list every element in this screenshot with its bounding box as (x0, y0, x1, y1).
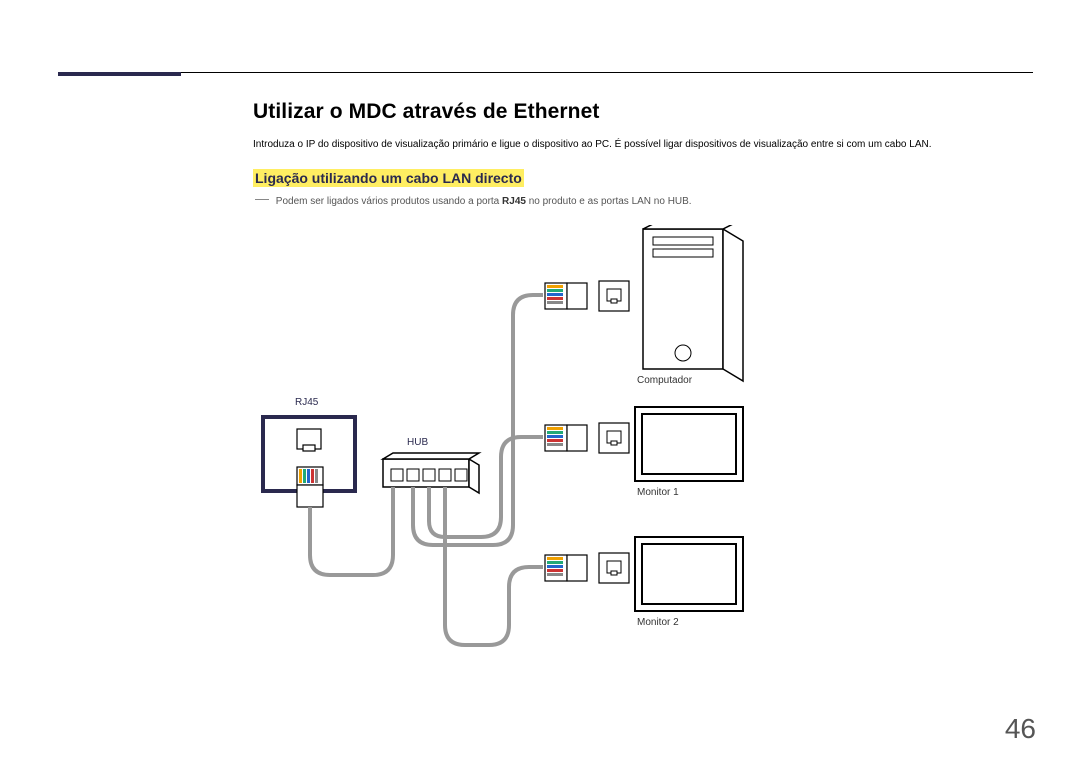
note-prefix: Podem ser ligados vários produtos usando… (276, 196, 502, 207)
footnote: Podem ser ligados vários produtos usando… (255, 196, 955, 207)
monitor1-icon (635, 407, 743, 481)
monitor2-icon (635, 537, 743, 611)
rj45-plug-monitor2 (545, 553, 629, 583)
header-accent-bar (58, 72, 181, 76)
highlighted-text: Ligação utilizando um cabo LAN directo (253, 169, 524, 187)
hub-label: HUB (407, 437, 428, 448)
computer-caption: Computador (637, 375, 692, 386)
page-number: 46 (1005, 713, 1036, 745)
rj45-plug-monitor1 (545, 423, 629, 453)
rj45-plug-product (297, 467, 323, 507)
dash-icon (255, 199, 269, 200)
diagram-svg (253, 225, 773, 665)
section-heading: Utilizar o MDC através de Ethernet (253, 100, 600, 124)
horizontal-rule (58, 72, 1033, 74)
connection-diagram: RJ45 HUB Computador Monitor 1 Monitor 2 (253, 225, 773, 665)
subsection-heading: Ligação utilizando um cabo LAN directo (253, 170, 524, 186)
note-suffix: no produto e as portas LAN no HUB. (526, 196, 692, 207)
note-bold: RJ45 (502, 196, 526, 207)
monitor2-caption: Monitor 2 (637, 617, 679, 628)
intro-paragraph: Introduza o IP do dispositivo de visuali… (253, 137, 973, 153)
rj45-plug-computer (545, 281, 629, 311)
monitor1-caption: Monitor 1 (637, 487, 679, 498)
rj45-label: RJ45 (295, 397, 318, 408)
computer-icon (643, 225, 743, 381)
